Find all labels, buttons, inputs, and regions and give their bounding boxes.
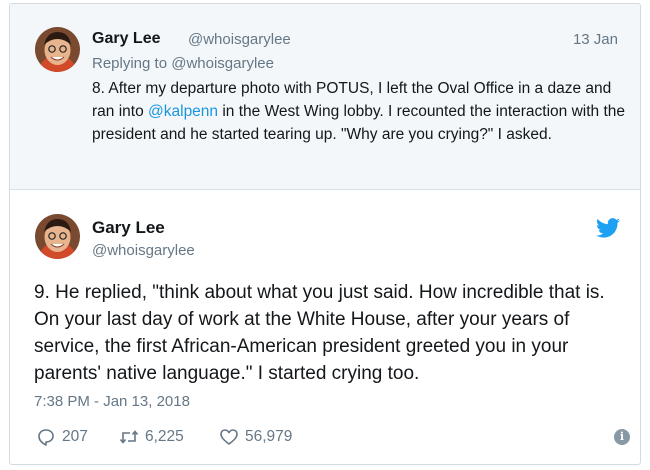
reply-button[interactable]: 207 [36,427,88,447]
author-name[interactable]: Gary Lee [92,218,165,238]
retweet-count: 6,225 [145,428,184,445]
avatar[interactable] [35,27,80,72]
info-icon[interactable]: i [614,429,630,445]
like-count: 56,979 [245,428,293,445]
reply-count: 207 [62,428,88,445]
author-name[interactable]: Gary Lee [92,30,160,48]
author-handle[interactable]: @whoisgarylee [188,31,291,48]
replying-prefix: Replying to [92,55,172,72]
replying-handle-link[interactable]: @whoisgarylee [171,55,274,72]
avatar[interactable] [35,214,80,259]
tweet-date[interactable]: 13 Jan [573,31,618,48]
replying-to: Replying to @whoisgarylee [92,55,274,72]
author-handle[interactable]: @whoisgarylee [92,242,195,259]
heart-icon [220,429,238,445]
retweet-icon [119,430,139,444]
tweet-card: Gary Lee @whoisgarylee 13 Jan Replying t… [9,3,641,465]
retweet-button[interactable]: 6,225 [119,427,184,447]
mention-link[interactable]: @kalpenn [148,103,218,120]
parent-tweet[interactable]: Gary Lee @whoisgarylee 13 Jan Replying t… [10,4,640,190]
reply-icon [38,429,54,446]
like-button[interactable]: 56,979 [219,427,292,447]
tweet-text: 8. After my departure photo with POTUS, … [92,77,627,146]
tweet-timestamp[interactable]: 7:38 PM - Jan 13, 2018 [34,393,190,410]
tweet-text: 9. He replied, "think about what you jus… [34,282,605,384]
twitter-bird-icon[interactable] [596,218,620,238]
tweet-actions: 207 6,225 56,979 i [34,427,634,451]
